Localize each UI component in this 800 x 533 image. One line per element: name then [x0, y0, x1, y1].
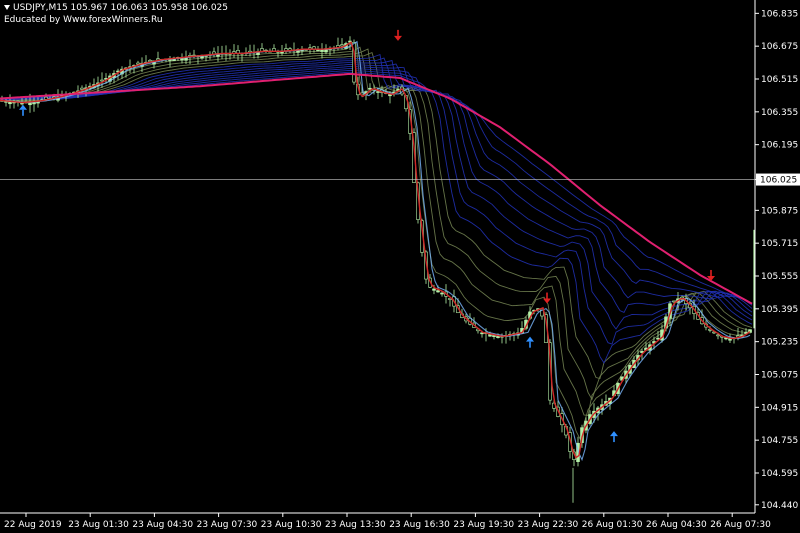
- candle: [272, 44, 276, 52]
- x-tick-label: 26 Aug 04:30: [646, 520, 707, 530]
- x-tick-label: 23 Aug 01:30: [68, 520, 129, 530]
- ribbon-line: [0, 57, 753, 345]
- ribbon-line: [0, 63, 753, 313]
- candle-body: [340, 44, 344, 47]
- candle: [128, 59, 132, 74]
- x-tick-label: 22 Aug 2019: [4, 520, 62, 530]
- y-tick-label: 104.440: [761, 501, 798, 511]
- candle: [468, 313, 472, 326]
- x-tick-label: 23 Aug 16:30: [389, 520, 450, 530]
- candle: [448, 298, 452, 307]
- y-tick-label: 104.755: [761, 436, 798, 446]
- y-tick-label: 106.355: [761, 108, 798, 118]
- x-tick-label: 23 Aug 19:30: [453, 520, 514, 530]
- ribbon-line: [0, 46, 753, 416]
- y-tick-label: 105.075: [761, 370, 798, 380]
- candle-body: [100, 79, 104, 82]
- chart-header: USDJPY,M15 105.967 106.063 105.958 106.0…: [4, 2, 228, 26]
- candle: [512, 331, 516, 342]
- y-tick-label: 105.395: [761, 305, 798, 315]
- current-price-label: 106.025: [760, 176, 797, 186]
- candle-body: [432, 288, 436, 291]
- x-tick-label: 23 Aug 22:30: [518, 520, 579, 530]
- y-tick-label: 106.835: [761, 9, 798, 19]
- y-tick-label: 105.235: [761, 338, 798, 348]
- y-tick-label: 105.555: [761, 272, 798, 282]
- x-tick-label: 23 Aug 10:30: [261, 520, 322, 530]
- ribbon-line: [0, 68, 753, 306]
- fast-ma-line: [0, 40, 751, 462]
- dropdown-triangle-icon[interactable]: [4, 5, 10, 10]
- y-tick-label: 106.195: [761, 141, 798, 151]
- credit-line: Educated by Www.forexWinners.Ru: [4, 15, 163, 25]
- ribbon-line: [0, 66, 753, 309]
- candle: [100, 72, 104, 88]
- candle-body: [80, 87, 84, 90]
- ribbon-line: [0, 53, 753, 364]
- y-tick-label: 104.915: [761, 403, 798, 413]
- y-tick-label: 105.875: [761, 206, 798, 216]
- price-chart: 106.835 106.675 106.515 106.355 106.195 106.0…: [0, 0, 800, 530]
- y-tick-label: 106.515: [761, 75, 798, 85]
- candle: [300, 45, 304, 56]
- slow-ma-line: [0, 73, 753, 305]
- symbol-line: USDJPY,M15 105.967 106.063 105.958 106.0…: [13, 3, 229, 13]
- symbol-info: USDJPY,M15 105.967 106.063 105.958 106.0…: [4, 2, 228, 14]
- candle-body: [376, 91, 380, 93]
- x-tick-label: 23 Aug 07:30: [197, 520, 258, 530]
- candle: [284, 43, 288, 54]
- ribbon-line: [0, 42, 753, 441]
- candle-body: [440, 292, 444, 295]
- ribbon-lines: [0, 42, 753, 441]
- ribbon-line: [0, 60, 753, 330]
- candle-body: [716, 334, 720, 337]
- candle-body: [136, 62, 140, 65]
- fast-band-line: [0, 41, 751, 459]
- candle: [504, 331, 508, 344]
- buy-arrow-icon: [526, 336, 534, 348]
- buy-arrow-icon: [610, 431, 618, 443]
- y-tick-label: 106.675: [761, 42, 798, 52]
- candle: [332, 45, 336, 54]
- y-tick-label: 105.715: [761, 239, 798, 249]
- candle: [292, 42, 296, 56]
- candle-body: [436, 290, 440, 293]
- x-tick-label: 26 Aug 01:30: [582, 520, 643, 530]
- candle: [244, 47, 248, 57]
- ribbon-line: [0, 48, 753, 401]
- buy-arrow-icon: [19, 104, 27, 116]
- candle: [220, 45, 224, 60]
- candle: [212, 47, 216, 58]
- candle: [320, 43, 324, 59]
- sell-arrow-icon: [394, 29, 402, 41]
- x-tick-label: 23 Aug 13:30: [325, 520, 386, 530]
- candle: [540, 309, 544, 320]
- candle: [136, 60, 140, 65]
- x-tick-label: 26 Aug 07:30: [710, 520, 771, 530]
- ribbon-line: [0, 69, 753, 305]
- y-tick-label: 104.595: [761, 469, 798, 479]
- ribbon-line: [0, 51, 753, 380]
- x-tick-label: 23 Aug 04:30: [132, 520, 193, 530]
